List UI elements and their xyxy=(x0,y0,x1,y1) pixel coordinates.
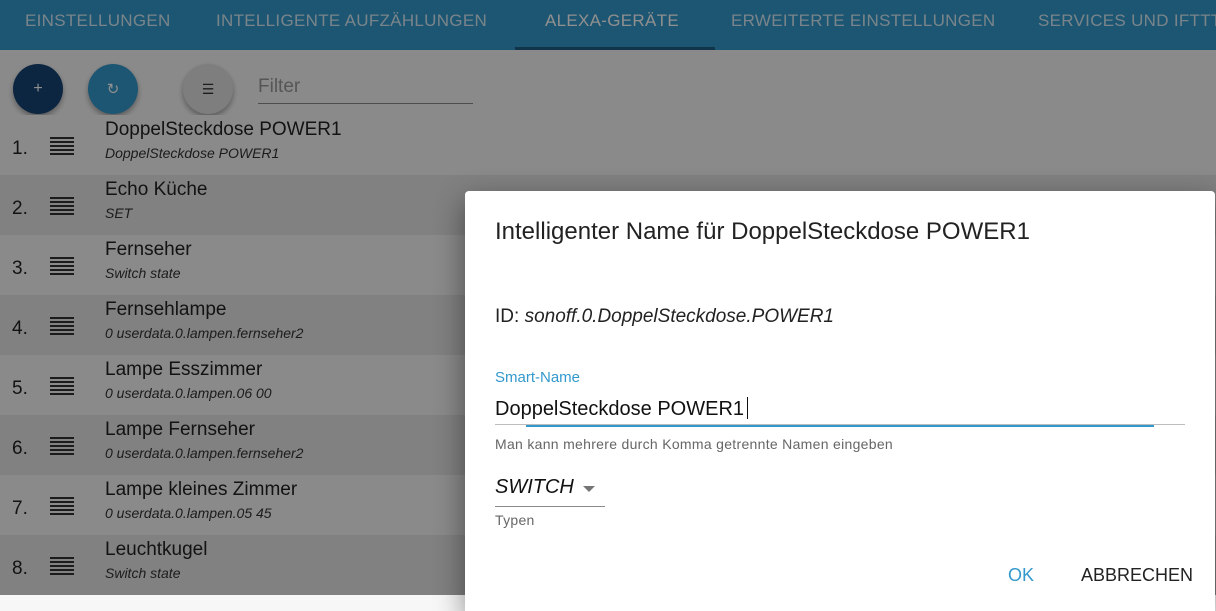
dialog-title: Intelligenter Name für DoppelSteckdose P… xyxy=(495,218,1030,245)
type-select-value: SWITCH xyxy=(495,476,574,498)
ok-button[interactable]: OK xyxy=(1008,565,1034,586)
object-id-line: ID: sonoff.0.DoppelSteckdose.POWER1 xyxy=(495,306,834,328)
cancel-button[interactable]: ABBRECHEN xyxy=(1081,565,1193,586)
id-value: sonoff.0.DoppelSteckdose.POWER1 xyxy=(524,306,834,327)
smart-name-helper-text: Man kann mehrere durch Komma getrennte N… xyxy=(495,436,894,452)
smart-name-label: Smart-Name xyxy=(495,369,581,386)
id-label: ID: xyxy=(495,306,520,327)
type-select[interactable]: SWITCH xyxy=(495,473,605,507)
smart-name-dialog: Intelligenter Name für DoppelSteckdose P… xyxy=(465,191,1215,611)
type-select-label: Typen xyxy=(495,512,535,528)
dropdown-arrow-icon xyxy=(583,486,595,492)
smart-name-input[interactable] xyxy=(495,394,1185,425)
input-focus-underline xyxy=(526,425,1154,427)
text-cursor xyxy=(747,397,748,419)
